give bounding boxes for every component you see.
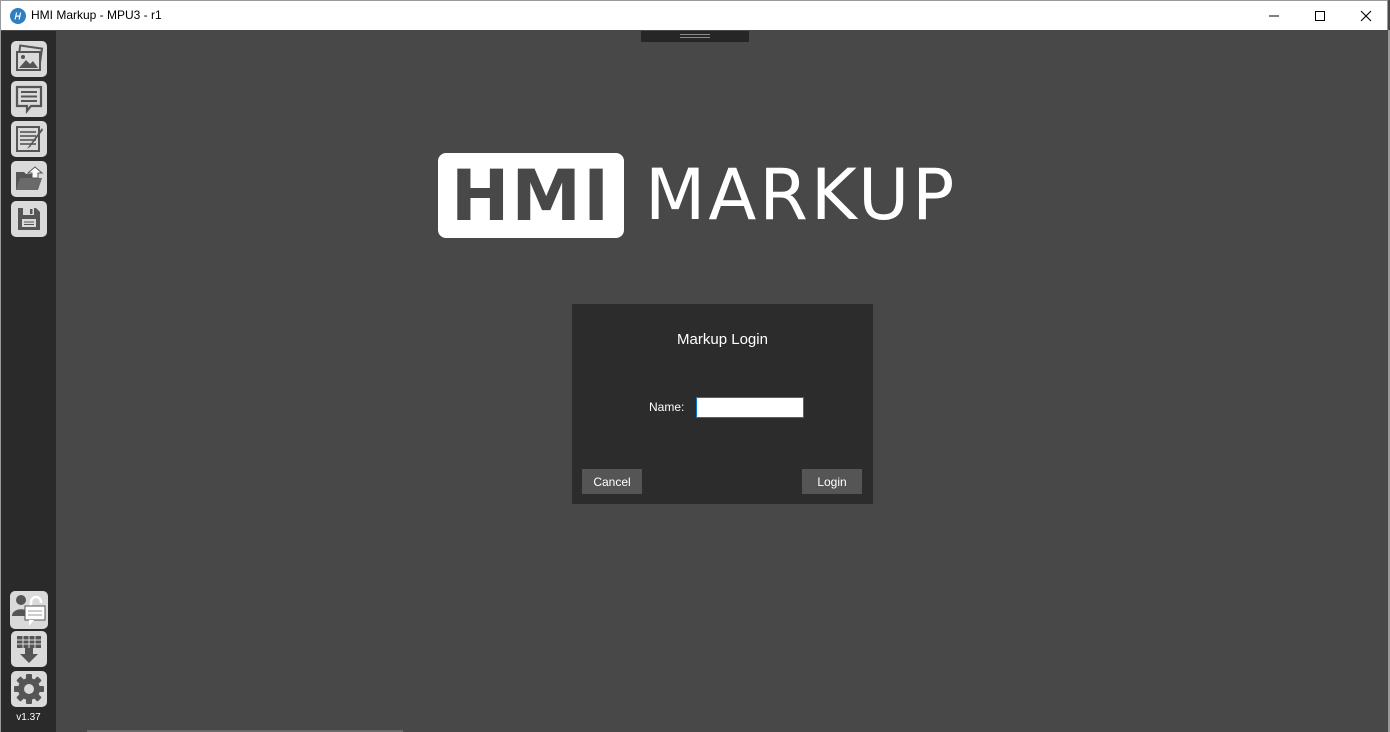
name-label: Name: bbox=[649, 400, 685, 414]
logo-hmi-text: HMI bbox=[450, 154, 612, 237]
comments-button[interactable] bbox=[11, 81, 47, 117]
gear-icon bbox=[14, 674, 44, 704]
logo-markup-text: MARKUP bbox=[645, 154, 958, 236]
dialog-title: Markup Login bbox=[677, 331, 768, 348]
notepad-icon bbox=[16, 126, 43, 152]
login-dialog: Markup Login Name: Cancel Login bbox=[572, 304, 873, 504]
user-unlock-icon bbox=[12, 595, 46, 626]
close-icon bbox=[1360, 10, 1372, 22]
name-input[interactable] bbox=[696, 397, 804, 418]
save-button[interactable] bbox=[11, 201, 47, 237]
close-button[interactable] bbox=[1343, 1, 1389, 31]
window-title: HMI Markup - MPU3 - r1 bbox=[31, 8, 162, 22]
images-button[interactable] bbox=[11, 41, 47, 77]
toolbar-drag-handle[interactable] bbox=[641, 31, 749, 42]
user-login-button[interactable] bbox=[10, 591, 48, 629]
minimize-icon bbox=[1269, 15, 1279, 17]
version-label: v1.37 bbox=[16, 712, 41, 723]
notes-button[interactable] bbox=[11, 121, 47, 157]
download-icon bbox=[17, 636, 41, 663]
title-bar: HMI Markup - MPU3 - r1 bbox=[0, 0, 1388, 30]
settings-button[interactable] bbox=[11, 671, 47, 707]
minimize-button[interactable] bbox=[1251, 1, 1297, 31]
download-button[interactable] bbox=[11, 631, 47, 667]
cancel-button[interactable]: Cancel bbox=[582, 469, 642, 494]
floppy-disk-icon bbox=[18, 208, 40, 230]
logo-badge: HMI bbox=[438, 153, 624, 238]
hmi-markup-logo-icon bbox=[10, 8, 26, 24]
image-gallery-icon bbox=[16, 44, 44, 71]
grip-line bbox=[680, 37, 710, 38]
grip-line bbox=[680, 34, 710, 35]
maximize-button[interactable] bbox=[1297, 1, 1343, 31]
maximize-icon bbox=[1315, 11, 1325, 21]
comment-list-icon bbox=[15, 85, 43, 114]
login-button[interactable]: Login bbox=[802, 469, 862, 494]
open-button[interactable] bbox=[11, 161, 47, 197]
sidebar: v1.37 bbox=[1, 31, 56, 732]
open-folder-icon bbox=[16, 166, 44, 190]
